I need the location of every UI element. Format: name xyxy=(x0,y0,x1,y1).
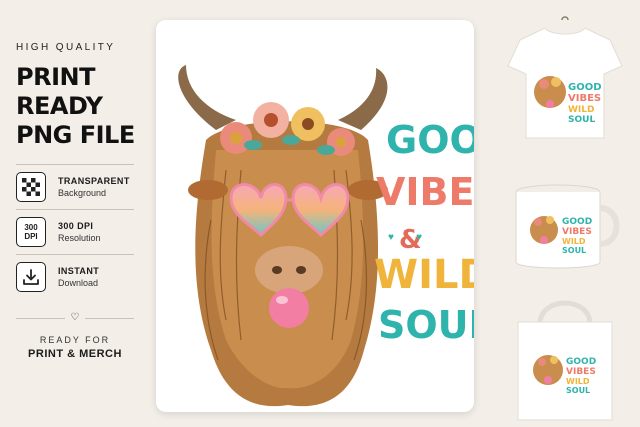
quote-good: GOOD xyxy=(386,118,474,162)
checkerboard-icon xyxy=(16,172,46,202)
mug-mockup: GOOD VIBES WILD SOUL xyxy=(490,178,640,278)
svg-text:GOOD: GOOD xyxy=(566,357,596,367)
svg-text:VIBES: VIBES xyxy=(568,93,601,104)
tshirt-mockup: GOOD VIBES WILD SOUL xyxy=(490,14,640,142)
feature-transparent: TRANSPARENT Background xyxy=(16,165,150,209)
svg-text:GOOD: GOOD xyxy=(568,82,602,93)
ready-line-2: PRINT & MERCH xyxy=(28,348,122,360)
headline: PRINT READY PNG FILE xyxy=(16,63,150,150)
svg-text:WILD: WILD xyxy=(562,237,586,246)
highland-cow-illustration xyxy=(178,65,388,407)
svg-text:SOUL: SOUL xyxy=(566,386,590,395)
quote-wild: WILD xyxy=(374,252,474,298)
quote-vibes: VIBES xyxy=(376,170,474,214)
svg-text:VIBES: VIBES xyxy=(566,367,596,377)
dpi-badge-number: 300 xyxy=(24,223,38,232)
svg-text:WILD: WILD xyxy=(566,377,590,386)
dpi-badge: 300 DPI xyxy=(16,217,46,247)
tote-bag-mockup: GOOD VIBES WILD SOUL xyxy=(490,292,640,424)
feature-title: 300 DPI xyxy=(58,221,94,231)
eyebrow-text: HIGH QUALITY xyxy=(16,42,116,53)
left-ear xyxy=(188,180,228,200)
right-horn xyxy=(338,68,388,130)
feature-subtitle: Background xyxy=(58,188,107,198)
quote-decoration-hearts: ♥ ♥ xyxy=(388,232,423,243)
muzzle xyxy=(255,246,323,294)
ready-line-1: READY FOR xyxy=(39,335,111,345)
svg-text:GOOD: GOOD xyxy=(562,217,592,227)
design-preview-card: GOOD VIBES & WILD SOUL ♥ ♥ xyxy=(156,20,474,412)
svg-text:SOUL: SOUL xyxy=(568,115,595,125)
feature-download: INSTANT Download xyxy=(16,255,150,299)
download-icon xyxy=(16,262,46,292)
headline-line-1: PRINT READY xyxy=(16,63,103,120)
quote-soul: SOUL xyxy=(378,303,474,347)
svg-text:SOUL: SOUL xyxy=(562,246,586,255)
feature-title: INSTANT xyxy=(58,266,100,276)
svg-text:WILD: WILD xyxy=(568,105,594,115)
svg-text:VIBES: VIBES xyxy=(562,227,592,237)
heart-divider: ♡ xyxy=(16,313,134,323)
bubble-gum xyxy=(269,288,309,328)
feature-subtitle: Resolution xyxy=(58,233,101,243)
info-panel: HIGH QUALITY PRINT READY PNG FILE TRANSP… xyxy=(0,0,150,427)
feature-subtitle: Download xyxy=(58,278,99,288)
dpi-badge-unit: DPI xyxy=(24,232,38,241)
headline-line-2: PNG FILE xyxy=(16,121,135,149)
feature-title: TRANSPARENT xyxy=(58,176,130,186)
feature-dpi: 300 DPI 300 DPI Resolution xyxy=(16,210,150,254)
heart-icon: ♡ xyxy=(70,312,80,323)
left-horn xyxy=(178,65,236,130)
ready-for-block: READY FOR PRINT & MERCH xyxy=(16,335,134,360)
